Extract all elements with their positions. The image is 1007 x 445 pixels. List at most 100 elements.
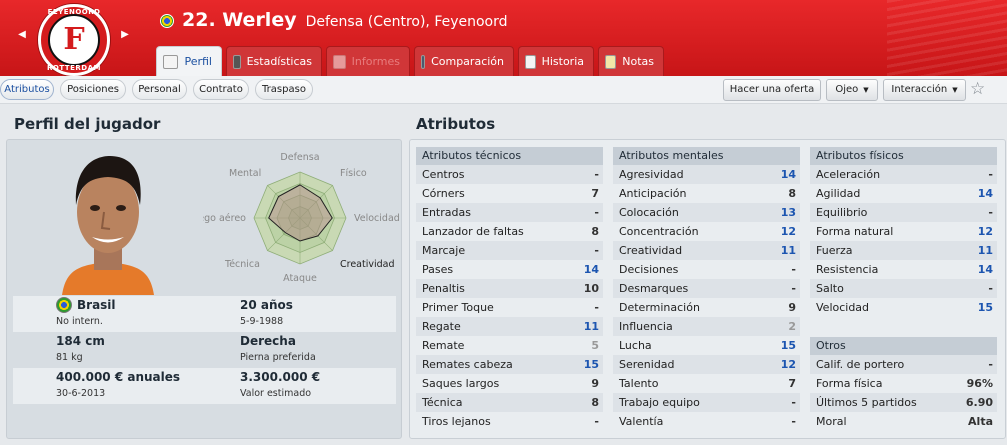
attribute-row[interactable]: Calif. de portero - (810, 355, 997, 374)
attribute-row[interactable]: Colocación 13 (613, 203, 800, 222)
attribute-value: 8 (591, 396, 599, 409)
attribute-row[interactable]: Lucha 15 (613, 336, 800, 355)
previous-player-icon[interactable]: ◀ (16, 27, 28, 43)
attribute-name: Aceleración (816, 168, 881, 181)
radar-label-juego-aereo: Juego aéreo (203, 213, 246, 224)
logo-f-mark: F (63, 22, 85, 57)
attribute-row[interactable]: Equilibrio - (810, 203, 997, 222)
attribute-name: Lanzador de faltas (422, 225, 524, 238)
dropdown-caret-icon: ▼ (952, 86, 958, 94)
attribute-value: - (988, 358, 993, 371)
attribute-name: Determinación (619, 301, 700, 314)
tab-comparacion[interactable]: Comparación (414, 46, 514, 76)
attribute-value: 14 (583, 263, 599, 276)
attribute-row[interactable]: Forma natural 12 (810, 222, 997, 241)
attribute-row[interactable]: Decisiones - (613, 260, 800, 279)
attribute-row[interactable]: Velocidad 15 (810, 298, 997, 317)
attribute-row[interactable]: Determinación 9 (613, 298, 800, 317)
attribute-row[interactable]: Primer Toque - (416, 298, 603, 317)
interaction-button[interactable]: Interacción ▼ (883, 79, 966, 101)
attribute-name: Velocidad (816, 301, 870, 314)
attribute-row[interactable]: Moral Alta (810, 412, 997, 431)
next-player-icon[interactable]: ▶ (119, 27, 131, 43)
attribute-row[interactable]: Talento 7 (613, 374, 800, 393)
tab-notas[interactable]: Notas (598, 46, 664, 76)
radar-label-creatividad: Creatividad (340, 259, 395, 270)
nationality[interactable]: Brasil (77, 298, 116, 312)
subtab-posiciones[interactable]: Posiciones (60, 79, 126, 100)
attribute-row[interactable]: Serenidad 12 (613, 355, 800, 374)
subtab-traspaso[interactable]: Traspaso (255, 79, 313, 100)
subtab-atributos[interactable]: Atributos (0, 79, 54, 100)
attribute-row[interactable]: Centros - (416, 165, 603, 184)
attribute-value: - (594, 206, 599, 219)
tab-perfil[interactable]: Perfil (156, 46, 222, 76)
attribute-row[interactable]: Marcaje - (416, 241, 603, 260)
attr-group-technical-header: Atributos técnicos (416, 147, 603, 165)
attribute-value: - (791, 396, 796, 409)
attribute-row[interactable]: Influencia 2 (613, 317, 800, 336)
weight: 81 kg (56, 352, 83, 363)
player-description: Defensa (Centro), Feyenoord (305, 14, 508, 30)
info-row-nationality-age: Brasil No intern. 20 años 5-9-1988 (13, 296, 396, 332)
attribute-name: Penaltis (422, 282, 465, 295)
attribute-row[interactable]: Salto - (810, 279, 997, 298)
attribute-row[interactable]: Pases 14 (416, 260, 603, 279)
attribute-row[interactable]: Remate 5 (416, 336, 603, 355)
attribute-row[interactable]: Últimos 5 partidos 6.90 (810, 393, 997, 412)
attribute-row[interactable]: Penaltis 10 (416, 279, 603, 298)
attribute-row[interactable]: Desmarques - (613, 279, 800, 298)
radar-label-defensa: Defensa (280, 152, 319, 163)
scout-button[interactable]: Ojeo ▼ (826, 79, 878, 101)
tab-historia[interactable]: Historia (518, 46, 594, 76)
attribute-row[interactable]: Agilidad 14 (810, 184, 997, 203)
attribute-name: Forma natural (816, 225, 894, 238)
attribute-name: Pases (422, 263, 454, 276)
attribute-name: Técnica (422, 396, 463, 409)
attribute-row[interactable]: Aceleración - (810, 165, 997, 184)
compare-icon (421, 54, 426, 69)
attribute-value: 7 (788, 377, 796, 390)
age: 20 años (240, 298, 293, 312)
attribute-value: - (791, 263, 796, 276)
attribute-row[interactable]: Regate 11 (416, 317, 603, 336)
radar-label-fisico: Físico (340, 168, 367, 179)
attribute-row[interactable]: Fuerza 11 (810, 241, 997, 260)
height: 184 cm (56, 334, 105, 348)
attribute-row[interactable]: Anticipación 8 (613, 184, 800, 203)
tab-estadisticas[interactable]: Estadísticas (226, 46, 322, 76)
attribute-row[interactable]: Saques largos 9 (416, 374, 603, 393)
attribute-value: 12 (780, 225, 796, 238)
attribute-row[interactable]: Remates cabeza 15 (416, 355, 603, 374)
attribute-row[interactable]: Valentía - (613, 412, 800, 431)
attribute-row[interactable]: Córners 7 (416, 184, 603, 203)
attribute-row[interactable]: Tiros lejanos - (416, 412, 603, 431)
radar-label-tecnica: Técnica (224, 259, 260, 270)
attribute-row[interactable]: Creatividad 11 (613, 241, 800, 260)
attribute-row[interactable]: Agresividad 14 (613, 165, 800, 184)
attribute-row[interactable]: Entradas - (416, 203, 603, 222)
attribute-name: Saques largos (422, 377, 500, 390)
club-logo[interactable]: FEYENOORD F ROTTERDAM (38, 4, 110, 76)
subtab-contrato[interactable]: Contrato (193, 79, 249, 100)
attribute-value: 14 (780, 168, 796, 181)
attr-group-other-header: Otros (810, 337, 997, 355)
favorite-star-icon[interactable]: ☆ (970, 79, 985, 99)
attribute-value: 15 (780, 339, 796, 352)
attribute-name: Decisiones (619, 263, 679, 276)
brazil-flag-icon (160, 14, 174, 28)
attribute-row[interactable]: Lanzador de faltas 8 (416, 222, 603, 241)
report-icon (333, 54, 346, 69)
make-offer-button[interactable]: Hacer una oferta (723, 79, 821, 101)
attribute-row[interactable]: Trabajo equipo - (613, 393, 800, 412)
brazil-flag-icon (56, 297, 72, 313)
attribute-name: Valentía (619, 415, 664, 428)
attribute-row[interactable]: Forma física 96% (810, 374, 997, 393)
estimated-value: 3.300.000 € (240, 370, 321, 384)
subtab-personal[interactable]: Personal (132, 79, 187, 100)
attribute-row[interactable]: Técnica 8 (416, 393, 603, 412)
attribute-value: - (594, 244, 599, 257)
attribute-row[interactable]: Concentración 12 (613, 222, 800, 241)
attribute-row[interactable]: Resistencia 14 (810, 260, 997, 279)
player-photo[interactable] (48, 150, 168, 295)
